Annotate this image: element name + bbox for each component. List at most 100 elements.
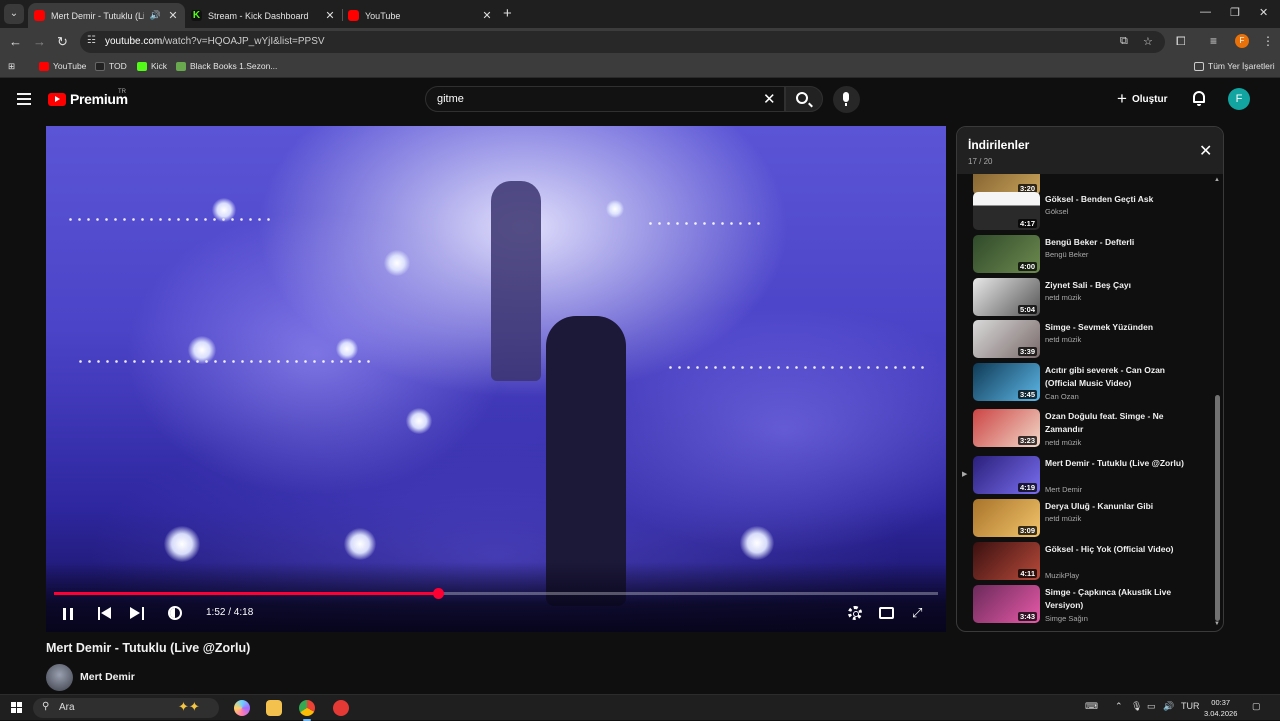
all-bookmarks-folder[interactable]: Tüm Yer İşaretleri: [1194, 61, 1275, 71]
close-tab-icon[interactable]: ✕: [167, 9, 179, 22]
language-indicator[interactable]: TUR: [1181, 701, 1200, 711]
input-indicator-icon[interactable]: ⌨: [1085, 701, 1098, 712]
playlist-item[interactable]: 3:39 Simge - Sevmek Yüzünden netd müzik: [973, 320, 1208, 360]
notification-center-icon[interactable]: ▢: [1252, 701, 1261, 712]
progress-bar[interactable]: [54, 588, 938, 599]
playlist-item-title[interactable]: Acıtır gibi severek - Can Ozan (Official…: [1045, 364, 1197, 390]
obs-app-icon[interactable]: [333, 700, 349, 716]
account-avatar[interactable]: F: [1228, 88, 1250, 110]
microphone-tray-icon[interactable]: 🎙: [1131, 701, 1142, 712]
audio-playing-icon[interactable]: 🔊: [150, 10, 161, 21]
video-thumbnail[interactable]: 5:04: [973, 278, 1040, 316]
youtube-premium-logo[interactable]: Premium: [48, 91, 128, 107]
scroll-up-arrow-icon[interactable]: ▲: [1214, 177, 1220, 183]
previous-video-icon[interactable]: [98, 607, 112, 620]
tab-search-button[interactable]: ⌄: [4, 4, 24, 24]
notifications-bell-icon[interactable]: [1193, 91, 1205, 106]
clear-search-icon[interactable]: ✕: [763, 90, 776, 108]
playlist-item[interactable]: 4:11 Göksel - Hiç Yok (Official Video) Muz…: [973, 542, 1208, 582]
url-text[interactable]: youtube.com/watch?v=HQOAJP_wYjI&list=PPS…: [105, 36, 325, 47]
bookmark-kick[interactable]: Kick: [137, 61, 167, 71]
search-query[interactable]: gitme: [437, 93, 464, 105]
tab-youtube[interactable]: YouTube ✕: [342, 3, 499, 28]
volume-icon[interactable]: [168, 606, 182, 620]
playlist-item-title[interactable]: Simge - Sevmek Yüzünden: [1045, 321, 1197, 334]
playlist-item-title[interactable]: Göksel - Benden Geçti Ask: [1045, 193, 1197, 206]
next-video-icon[interactable]: [130, 607, 144, 620]
playlist-title[interactable]: İndirilenler: [968, 138, 1029, 152]
playlist-item-title[interactable]: Simge - Çapkınca (Akustik Live Versiyon): [1045, 586, 1197, 612]
show-hidden-icons-icon[interactable]: ⌃: [1115, 701, 1123, 712]
playlist-item-title[interactable]: Mert Demir - Tutuklu (Live @Zorlu): [1045, 457, 1197, 470]
close-window-button[interactable]: ✕: [1259, 6, 1268, 19]
video-thumbnail[interactable]: 4:00: [973, 235, 1040, 273]
taskbar-search[interactable]: ⚲ Ara ✦✦: [33, 698, 219, 718]
bookmark-tod[interactable]: TOD: [95, 61, 127, 71]
bookmark-youtube[interactable]: YouTube: [39, 61, 86, 71]
chrome-icon[interactable]: [299, 700, 315, 721]
video-thumbnail[interactable]: 4:17: [973, 192, 1040, 230]
playlist-scrollbar[interactable]: [1215, 395, 1220, 621]
install-app-icon[interactable]: ⧉: [1120, 35, 1128, 48]
back-arrow-icon[interactable]: ←: [9, 34, 22, 49]
speaker-icon[interactable]: 🔊: [1163, 701, 1174, 712]
channel-name[interactable]: Mert Demir: [80, 671, 135, 683]
playlist-item-title[interactable]: Ziynet Sali - Beş Çayı: [1045, 279, 1197, 292]
system-clock[interactable]: 00:37 3.04.2026: [1204, 697, 1237, 719]
address-bar[interactable]: ☷ youtube.com/watch?v=HQOAJP_wYjI&list=P…: [80, 31, 1165, 53]
create-button[interactable]: + Oluştur: [1117, 88, 1168, 110]
bookmark-star-icon[interactable]: ☆: [1143, 35, 1153, 48]
video-thumbnail[interactable]: 4:19: [973, 456, 1040, 494]
video-thumbnail[interactable]: 3:45: [973, 363, 1040, 401]
network-icon[interactable]: ▭: [1147, 701, 1156, 712]
extensions-puzzle-icon[interactable]: ⧠: [1176, 34, 1186, 49]
site-info-icon[interactable]: ☷: [87, 35, 96, 46]
playlist-item[interactable]: 4:00 Bengü Beker - Defterli Bengü Beker: [973, 235, 1208, 275]
settings-gear-icon[interactable]: [848, 606, 862, 620]
playlist-item[interactable]: 3:45 Acıtır gibi severek - Can Ozan (Offi…: [973, 363, 1208, 403]
playlist-item-title[interactable]: Derya Uluğ - Kanunlar Gibi: [1045, 500, 1197, 513]
scrubber-handle[interactable]: [432, 588, 444, 599]
playlist-item-title[interactable]: Göksel - Hiç Yok (Official Video): [1045, 543, 1197, 556]
close-tab-icon[interactable]: ✕: [324, 9, 336, 22]
copilot-icon[interactable]: [234, 700, 250, 716]
theater-mode-icon[interactable]: [879, 607, 894, 619]
bookmark-black-books[interactable]: Black Books 1.Sezon...: [176, 61, 277, 71]
close-playlist-icon[interactable]: ✕: [1199, 141, 1212, 161]
voice-search-button[interactable]: [833, 86, 860, 113]
guide-menu-icon[interactable]: [17, 93, 31, 105]
search-input[interactable]: gitme ✕: [425, 86, 785, 112]
video-thumbnail[interactable]: 3:23: [973, 409, 1040, 447]
search-button[interactable]: [785, 86, 823, 112]
playlist-item[interactable]: 5:04 Ziynet Sali - Beş Çayı netd müzik: [973, 278, 1208, 318]
tab-kick-dashboard[interactable]: K Stream - Kick Dashboard ✕: [185, 3, 342, 28]
playlist-item-title[interactable]: Ozan Doğulu feat. Simge - Ne Zamandır: [1045, 410, 1197, 436]
minimize-window-button[interactable]: —: [1200, 6, 1211, 18]
video-thumbnail[interactable]: 4:11: [973, 542, 1040, 580]
playlist-item[interactable]: 3:43 Simge - Çapkınca (Akustik Live Versi…: [973, 585, 1208, 625]
channel-avatar[interactable]: [46, 664, 73, 691]
file-explorer-icon[interactable]: [266, 700, 282, 716]
apps-grid-icon[interactable]: ⊞: [8, 61, 15, 72]
forward-arrow-icon[interactable]: →: [33, 34, 46, 49]
playlist-item-current[interactable]: ▶ 4:19 Mert Demir - Tutuklu (Live @Zorlu) M…: [962, 456, 1208, 496]
fullscreen-icon[interactable]: ⤢: [912, 605, 922, 621]
video-thumbnail[interactable]: 3:43: [973, 585, 1040, 623]
reload-icon[interactable]: ↻: [57, 34, 68, 50]
playlist-item[interactable]: 3:09 Derya Uluğ - Kanunlar Gibi netd müzik: [973, 499, 1208, 539]
video-thumbnail[interactable]: 3:39: [973, 320, 1040, 358]
chrome-menu-icon[interactable]: ⋮: [1262, 34, 1274, 48]
media-controls-icon[interactable]: ≡: [1210, 34, 1217, 48]
windows-start-icon[interactable]: [11, 702, 22, 713]
pause-icon[interactable]: [63, 608, 73, 620]
restore-window-button[interactable]: ❐: [1230, 6, 1240, 19]
tab-youtube-video[interactable]: Mert Demir - Tutuklu (Live 🔊 ✕: [28, 3, 185, 28]
playlist-item-title[interactable]: Bengü Beker - Defterli: [1045, 236, 1197, 249]
new-tab-button[interactable]: +: [503, 5, 512, 22]
playlist-item[interactable]: 3:23 Ozan Doğulu feat. Simge - Ne Zamandı…: [973, 409, 1208, 449]
playlist-item[interactable]: 4:17 Göksel - Benden Geçti Ask Göksel: [973, 192, 1208, 232]
video-player[interactable]: 1:52 / 4:18 ⤢: [46, 126, 946, 632]
close-tab-icon[interactable]: ✕: [481, 9, 493, 22]
video-thumbnail[interactable]: 3:09: [973, 499, 1040, 537]
profile-avatar[interactable]: F: [1235, 34, 1249, 48]
